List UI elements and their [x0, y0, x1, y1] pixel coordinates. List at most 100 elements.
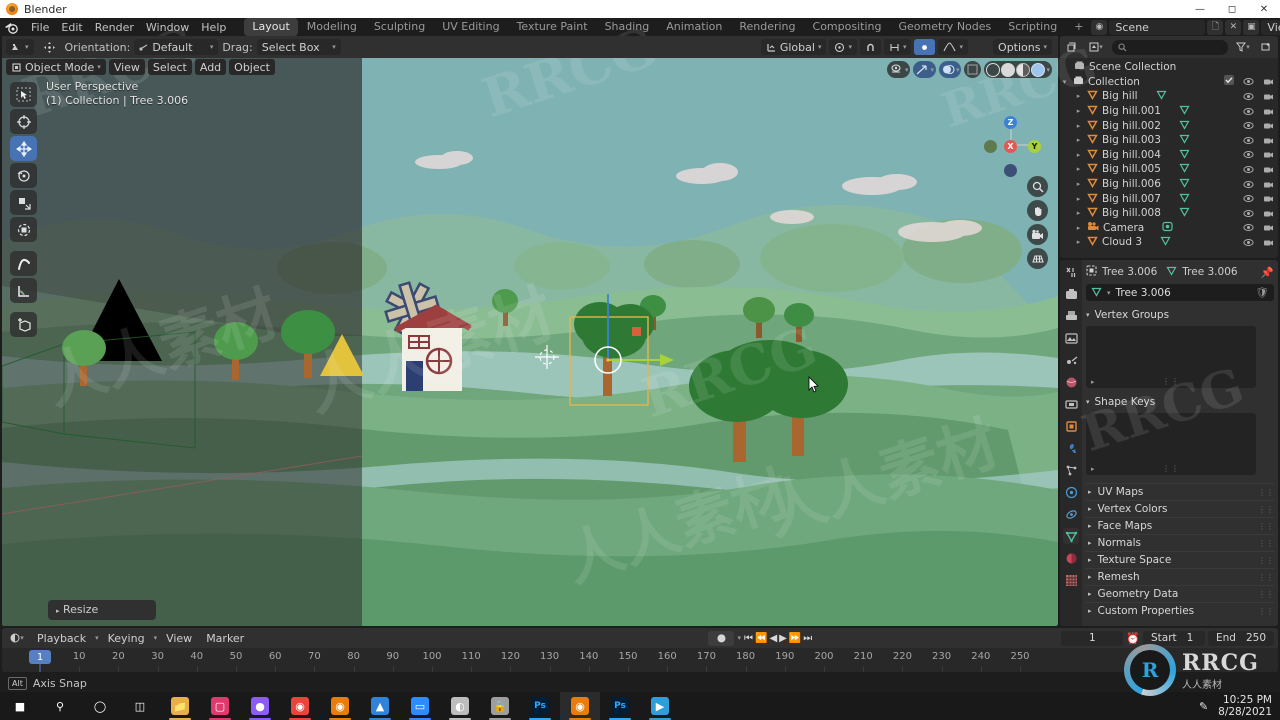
- scene-browse-icon[interactable]: ◉: [1091, 19, 1108, 35]
- menu-help[interactable]: Help: [195, 20, 232, 35]
- tab-scripting[interactable]: Scripting: [1000, 18, 1065, 36]
- app-chrome[interactable]: ◉: [280, 692, 320, 720]
- hide-in-viewport-icon[interactable]: [1243, 149, 1254, 160]
- menu-edit[interactable]: Edit: [55, 20, 88, 35]
- timeline-editor-type-icon[interactable]: ▾: [6, 630, 28, 646]
- outliner-row-big-hill-002[interactable]: ▸ Big hill.002: [1060, 118, 1278, 133]
- expand-arrow-icon[interactable]: ▸: [1074, 209, 1083, 217]
- viewport-menu-add[interactable]: Add: [194, 59, 227, 75]
- proportional-falloff-dropdown[interactable]: ▾: [938, 39, 968, 55]
- filter-icon[interactable]: ▾: [1232, 39, 1254, 55]
- zoom-icon[interactable]: [1027, 176, 1048, 197]
- panel-drag-dots-icon[interactable]: ⋮⋮: [1258, 488, 1274, 497]
- menu-render[interactable]: Render: [89, 20, 140, 35]
- tab-geometry-nodes[interactable]: Geometry Nodes: [890, 18, 999, 36]
- timeline-ruler[interactable]: 10 20 30 40 50 60 70 80 90 100 110 120 130 140 150 160 1…: [2, 648, 1278, 672]
- start-button[interactable]: ■: [0, 692, 40, 720]
- tab-view-layer-icon[interactable]: [1063, 330, 1079, 346]
- hide-in-viewport-icon[interactable]: [1243, 193, 1254, 204]
- app-media[interactable]: ◐: [440, 692, 480, 720]
- tab-modeling[interactable]: Modeling: [299, 18, 365, 36]
- app-photoshop-2[interactable]: Ps: [600, 692, 640, 720]
- tab-output-icon[interactable]: [1063, 308, 1079, 324]
- editor-type-selector[interactable]: ▾: [6, 39, 34, 55]
- disable-in-renders-icon[interactable]: [1263, 222, 1274, 233]
- expand-arrow-icon[interactable]: ▸: [1074, 136, 1083, 144]
- panel-drag-dots-icon[interactable]: ⋮⋮: [1258, 522, 1274, 531]
- vertex-groups-specials-arrow-icon[interactable]: ▸: [1091, 378, 1095, 386]
- outliner-row-big-hill-007[interactable]: ▸ Big hill.007: [1060, 191, 1278, 206]
- app-firefox-dev[interactable]: ●: [240, 692, 280, 720]
- disable-in-renders-icon[interactable]: [1263, 120, 1274, 131]
- app-blender-active[interactable]: ◉: [560, 692, 600, 720]
- outliner-editor[interactable]: ▾ ▾ Scene Collection ▾ Collection ▸ Big …: [1060, 36, 1278, 258]
- outliner-display-mode-dropdown[interactable]: ▾: [1084, 39, 1108, 55]
- outliner-row-big-hill-008[interactable]: ▸ Big hill.008: [1060, 206, 1278, 221]
- measure-tool[interactable]: [10, 278, 37, 303]
- hide-in-viewport-icon[interactable]: [1243, 237, 1254, 248]
- outliner-row-big-hill-001[interactable]: ▸ Big hill.001: [1060, 104, 1278, 119]
- add-cube-tool[interactable]: [10, 312, 37, 337]
- panel-drag-dots-icon[interactable]: ⋮⋮: [1258, 556, 1274, 565]
- tweak-select-tool[interactable]: [10, 82, 37, 107]
- timeline-menu-view[interactable]: View: [161, 632, 197, 645]
- outliner-row-collection[interactable]: ▾ Collection: [1060, 75, 1278, 90]
- rotate-tool[interactable]: [10, 163, 37, 188]
- xray-toggle[interactable]: [964, 61, 982, 78]
- panel-header-geometry-data[interactable]: ▸ Geometry Data ⋮⋮: [1086, 585, 1274, 602]
- tab-shading[interactable]: Shading: [597, 18, 658, 36]
- panel-drag-dots-icon[interactable]: ⋮⋮: [1258, 607, 1274, 616]
- menu-window[interactable]: Window: [140, 20, 195, 35]
- viewport-canvas[interactable]: [2, 36, 1058, 626]
- gizmo-axis-x[interactable]: X: [1004, 140, 1017, 153]
- panel-drag-dots-icon[interactable]: ⋮⋮: [1258, 505, 1274, 514]
- snap-magnet-icon[interactable]: [859, 39, 881, 55]
- tab-animation[interactable]: Animation: [658, 18, 730, 36]
- outliner-row-big-hill[interactable]: ▸ Big hill: [1060, 89, 1278, 104]
- hide-in-viewport-icon[interactable]: [1243, 106, 1254, 117]
- tab-uv-editing[interactable]: UV Editing: [434, 18, 507, 36]
- panel-drag-dots-icon[interactable]: ⋮⋮: [1258, 590, 1274, 599]
- visibility-selector[interactable]: ▾: [886, 61, 911, 78]
- outliner-row-big-hill-005[interactable]: ▸ Big hill.005: [1060, 162, 1278, 177]
- file-explorer[interactable]: 📁: [160, 692, 200, 720]
- tab-sculpting[interactable]: Sculpting: [366, 18, 433, 36]
- hide-in-viewport-icon[interactable]: [1243, 164, 1254, 175]
- ortho-persp-icon[interactable]: [1027, 248, 1048, 269]
- camera-view-icon[interactable]: [1027, 224, 1048, 245]
- transform-orientation-dropdown[interactable]: Global ▾: [760, 39, 827, 55]
- play-icon[interactable]: ▶: [779, 633, 787, 644]
- orientation-dropdown[interactable]: Default ▾: [134, 39, 219, 55]
- tab-tool-icon[interactable]: [1063, 264, 1079, 280]
- expand-arrow-icon[interactable]: ▸: [1074, 107, 1083, 115]
- collection-checkbox[interactable]: [1224, 75, 1234, 88]
- shading-mode-group[interactable]: ▾: [984, 61, 1052, 78]
- disable-in-renders-icon[interactable]: [1263, 164, 1274, 175]
- play-reverse-icon[interactable]: ◀: [769, 633, 777, 644]
- disable-in-renders-icon[interactable]: [1263, 135, 1274, 146]
- gizmo-axis-y[interactable]: Y: [1028, 140, 1041, 153]
- resize-grip-icon-2[interactable]: ⋮⋮: [1162, 464, 1180, 473]
- vertex-groups-list[interactable]: ▸ ⋮⋮: [1086, 326, 1256, 388]
- timeline-editor[interactable]: ▾ Playback ▾ Keying ▾ View Marker ● ▾ ⏮ …: [2, 628, 1278, 672]
- gizmo-axis-z[interactable]: Z: [1004, 116, 1017, 129]
- panel-header-shape-keys[interactable]: ▾ Shape Keys: [1086, 393, 1274, 410]
- panel-header-uv-maps[interactable]: ▸ UV Maps ⋮⋮: [1086, 483, 1274, 500]
- tab-compositing[interactable]: Compositing: [805, 18, 890, 36]
- wireframe-shading-icon[interactable]: [986, 62, 1001, 77]
- clock[interactable]: 10:25 PM 8/28/2021: [1218, 694, 1272, 718]
- collection-render-icon[interactable]: [1263, 76, 1274, 87]
- app-photoshop[interactable]: Ps: [520, 692, 560, 720]
- blender-logo-icon[interactable]: [4, 21, 19, 34]
- disable-in-renders-icon[interactable]: [1263, 237, 1274, 248]
- maximize-button[interactable]: ◻: [1216, 0, 1248, 18]
- panel-drag-dots-icon[interactable]: ⋮⋮: [1258, 573, 1274, 582]
- properties-editor[interactable]: Tree 3.006 Tree 3.006 📌 ▾ Tree 3.006 🛡 ▾…: [1060, 260, 1278, 626]
- overlays-toggle[interactable]: ▾: [938, 61, 962, 78]
- minimize-button[interactable]: —: [1184, 0, 1216, 18]
- timeline-menu-marker[interactable]: Marker: [201, 632, 249, 645]
- app-instagram[interactable]: ▢: [200, 692, 240, 720]
- hide-in-viewport-icon[interactable]: [1243, 135, 1254, 146]
- end-frame-field[interactable]: End 250: [1208, 630, 1274, 646]
- scale-tool[interactable]: [10, 190, 37, 215]
